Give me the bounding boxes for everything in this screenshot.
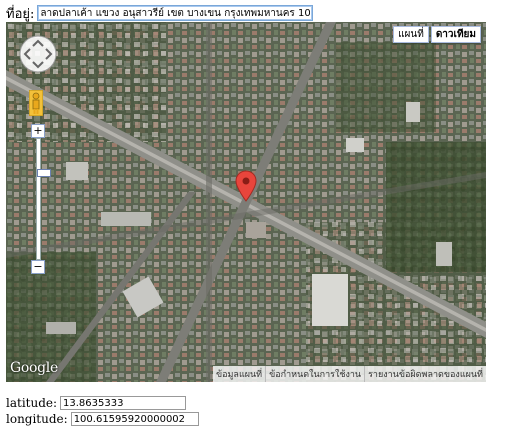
map-type-satellite-button[interactable]: ดาวเทียม [430, 26, 481, 43]
report-map-error-link[interactable]: รายงานข้อผิดพลาดของแผนที่ [364, 366, 486, 382]
zoom-in-button[interactable]: + [31, 124, 45, 138]
latitude-input[interactable] [60, 396, 187, 410]
map-data-link[interactable]: ข้อมูลแผนที่ [213, 366, 265, 382]
pan-control-icon[interactable] [19, 35, 57, 73]
longitude-input[interactable] [70, 412, 199, 426]
longitude-row: longitude: [6, 412, 199, 426]
location-marker-icon[interactable] [235, 170, 257, 202]
address-label: ที่อยู่: [6, 6, 35, 22]
zoom-slider-handle[interactable] [37, 169, 51, 177]
latitude-row: latitude: [6, 396, 187, 410]
terms-of-use-link[interactable]: ข้อกำหนดในการใช้งาน [265, 366, 364, 382]
zoom-slider-track[interactable] [36, 138, 51, 260]
google-logo: Google [10, 360, 58, 376]
map-view[interactable]: แผนที่ ดาวเทียม + − Google ข้อมูลแผนที่ … [6, 22, 486, 382]
address-input[interactable] [37, 5, 314, 21]
satellite-imagery [6, 22, 486, 382]
address-row: ที่อยู่: [6, 4, 314, 22]
street-view-pegman-icon[interactable] [29, 90, 43, 116]
zoom-control: + − [31, 124, 51, 274]
map-type-map-button[interactable]: แผนที่ [393, 26, 429, 43]
map-footer: ข้อมูลแผนที่ ข้อกำหนดในการใช้งาน รายงานข… [212, 366, 486, 382]
map-type-control: แผนที่ ดาวเทียม [393, 26, 481, 43]
zoom-out-button[interactable]: − [31, 260, 45, 274]
longitude-label: longitude: [6, 412, 68, 426]
latitude-label: latitude: [6, 396, 58, 410]
